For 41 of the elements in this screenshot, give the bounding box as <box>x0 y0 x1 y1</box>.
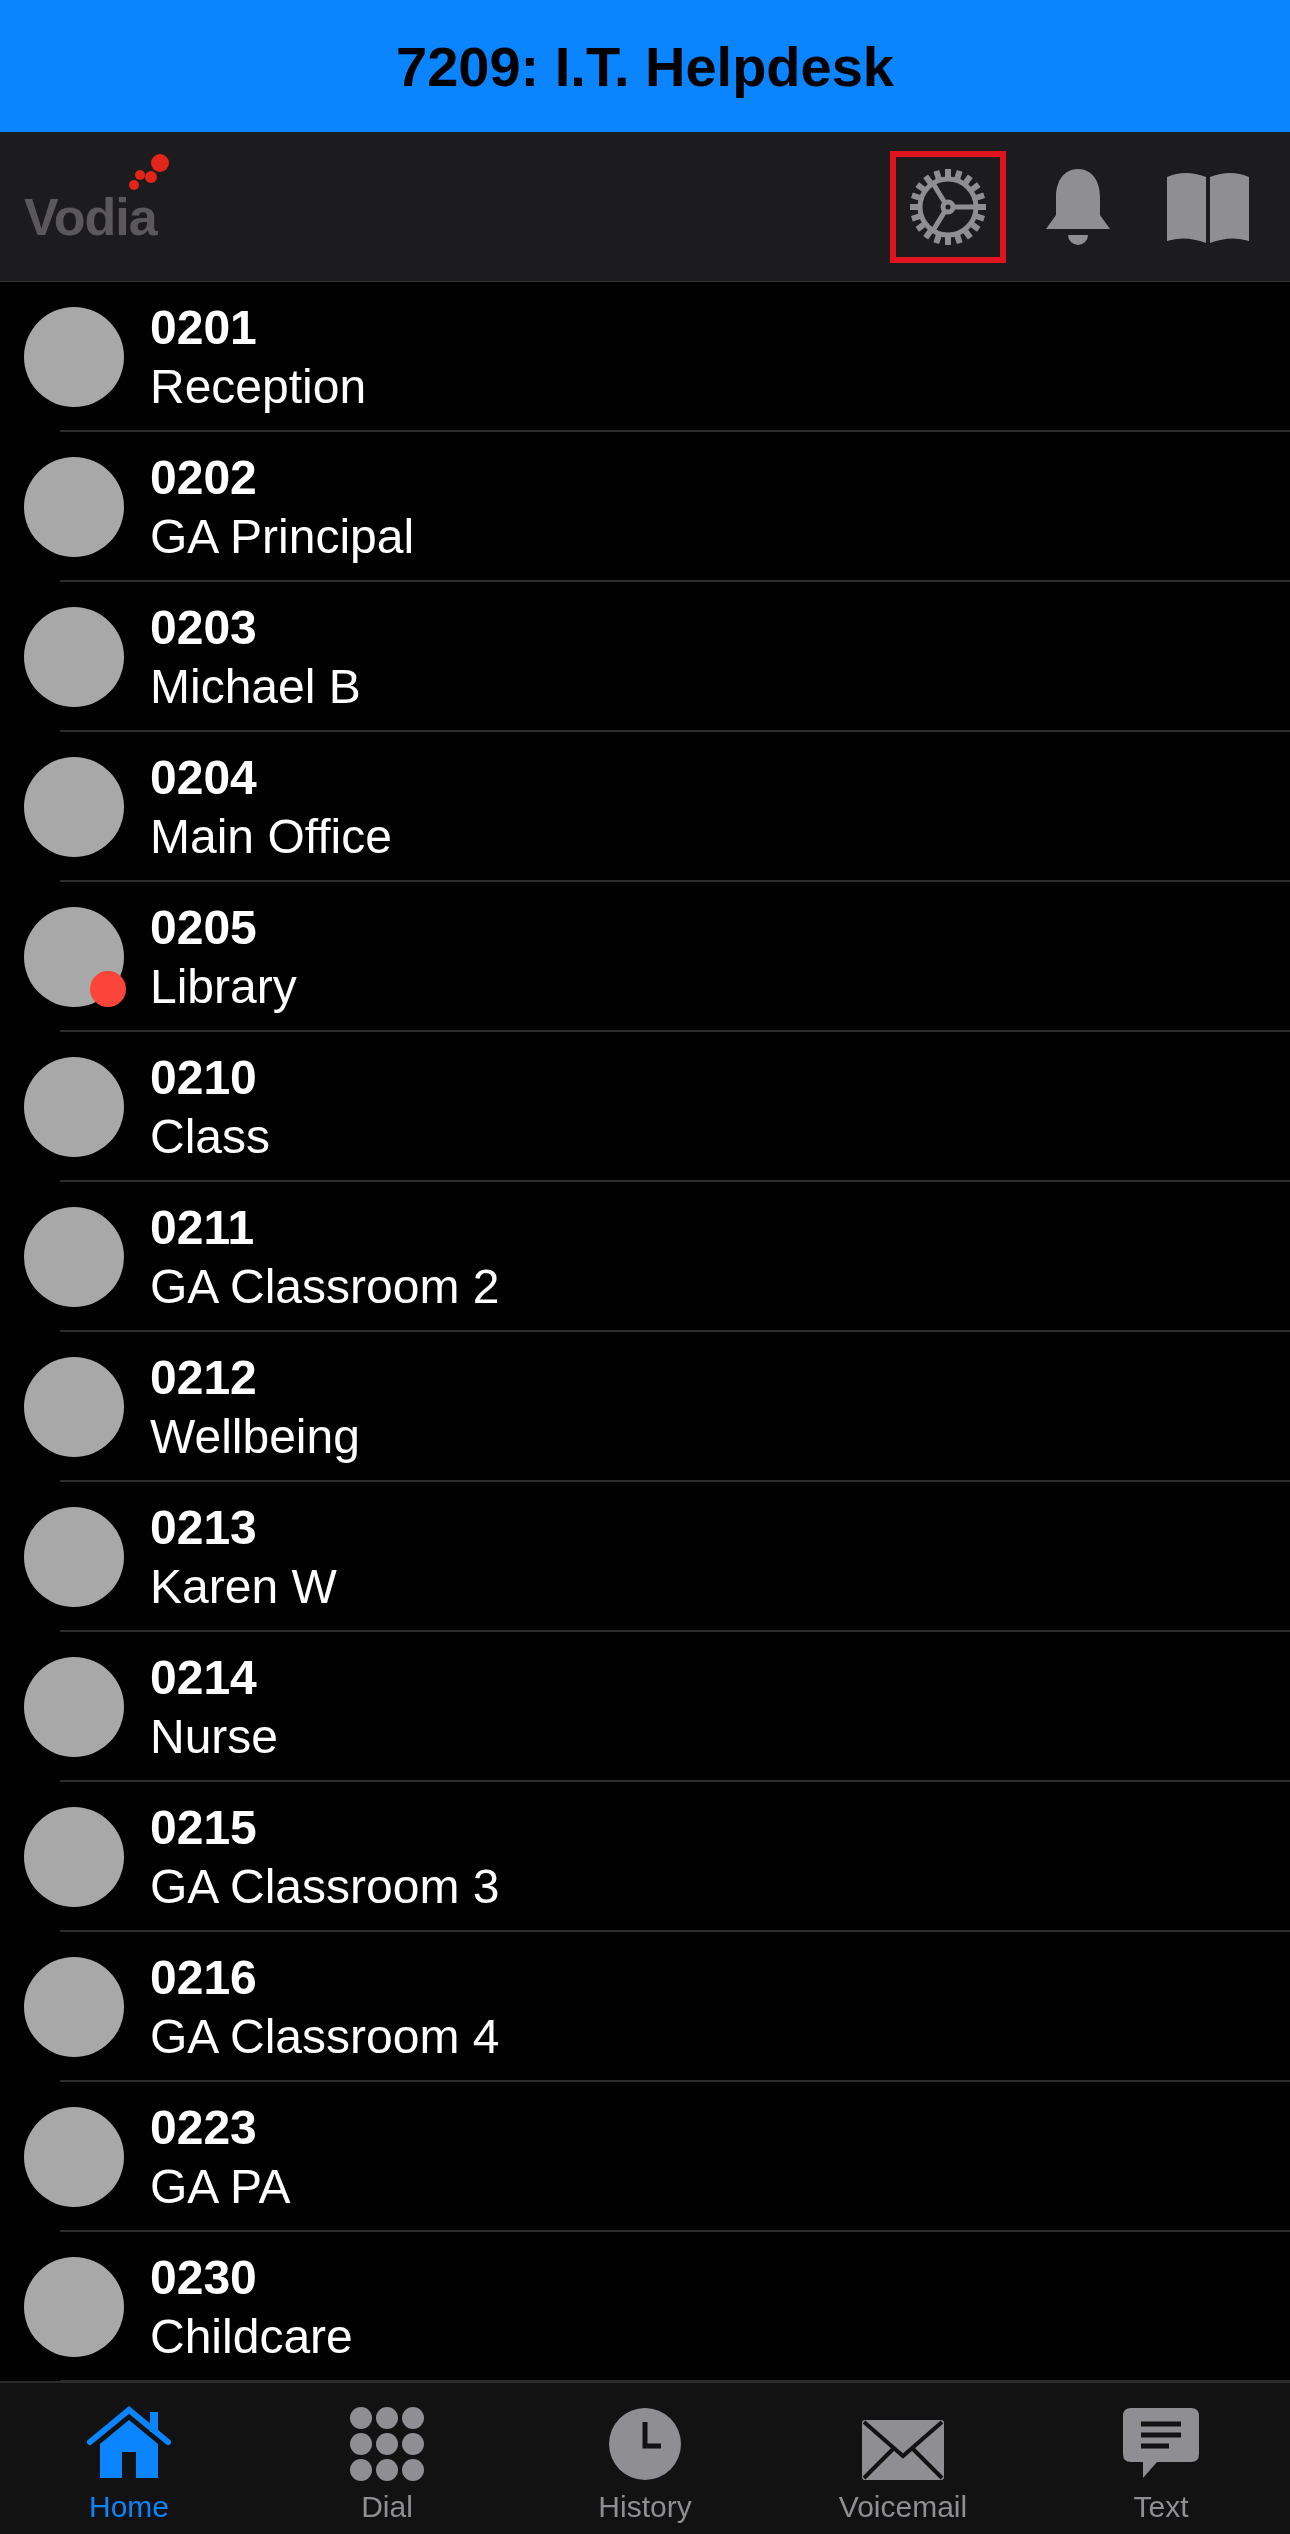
window-title: 7209: I.T. Helpdesk <box>396 33 894 99</box>
extension-number: 0223 <box>150 2100 258 2155</box>
contact-name: GA PA <box>150 2159 291 2214</box>
contact-name: Wellbeing <box>150 1409 360 1464</box>
extension-number: 0205 <box>150 900 258 955</box>
extension-number: 0202 <box>150 450 258 505</box>
tab[interactable]: History <box>516 2383 774 2534</box>
settings-button[interactable] <box>890 150 1006 263</box>
contact-name: GA Classroom 4 <box>150 2009 500 2064</box>
contact-name: Michael B <box>150 659 361 714</box>
extension-number: 0216 <box>150 1950 258 2005</box>
envelope-icon <box>860 2418 946 2482</box>
extension-number: 0203 <box>150 600 258 655</box>
extension-number: 0211 <box>150 1200 256 1255</box>
contact-name: Main Office <box>150 809 392 864</box>
contact-name: Reception <box>150 359 367 414</box>
extension-number: 0210 <box>150 1050 258 1105</box>
tab[interactable]: Text <box>1032 2383 1290 2534</box>
clock-icon <box>607 2406 683 2482</box>
logo-text: Vodia <box>24 186 157 247</box>
extension-number: 0214 <box>150 1650 258 1705</box>
contact-name: Class <box>150 1109 271 1164</box>
contact-name: Childcare <box>150 2309 353 2364</box>
extension-number: 0213 <box>150 1500 258 1555</box>
contact-name: Karen W <box>150 1559 337 1614</box>
extension-number: 0201 <box>150 300 258 355</box>
logo-dots-icon <box>128 152 172 193</box>
extension-number: 0204 <box>150 750 258 805</box>
status-dot <box>90 971 126 1007</box>
extension-number: 0212 <box>150 1350 258 1405</box>
tab[interactable]: Dial <box>258 2383 516 2534</box>
tab[interactable]: Home <box>0 2383 258 2534</box>
contact-name: Nurse <box>150 1709 279 1764</box>
extension-number: 0230 <box>150 2250 258 2305</box>
tab[interactable]: Voicemail <box>774 2383 1032 2534</box>
contact-name: GA Principal <box>150 509 415 564</box>
keypad-icon <box>349 2406 425 2482</box>
contact-name: GA Classroom 2 <box>150 1259 500 1314</box>
extension-number: 0215 <box>150 1800 258 1855</box>
contact-name: GA Classroom 3 <box>150 1859 500 1914</box>
contact-name: Library <box>150 959 297 1014</box>
